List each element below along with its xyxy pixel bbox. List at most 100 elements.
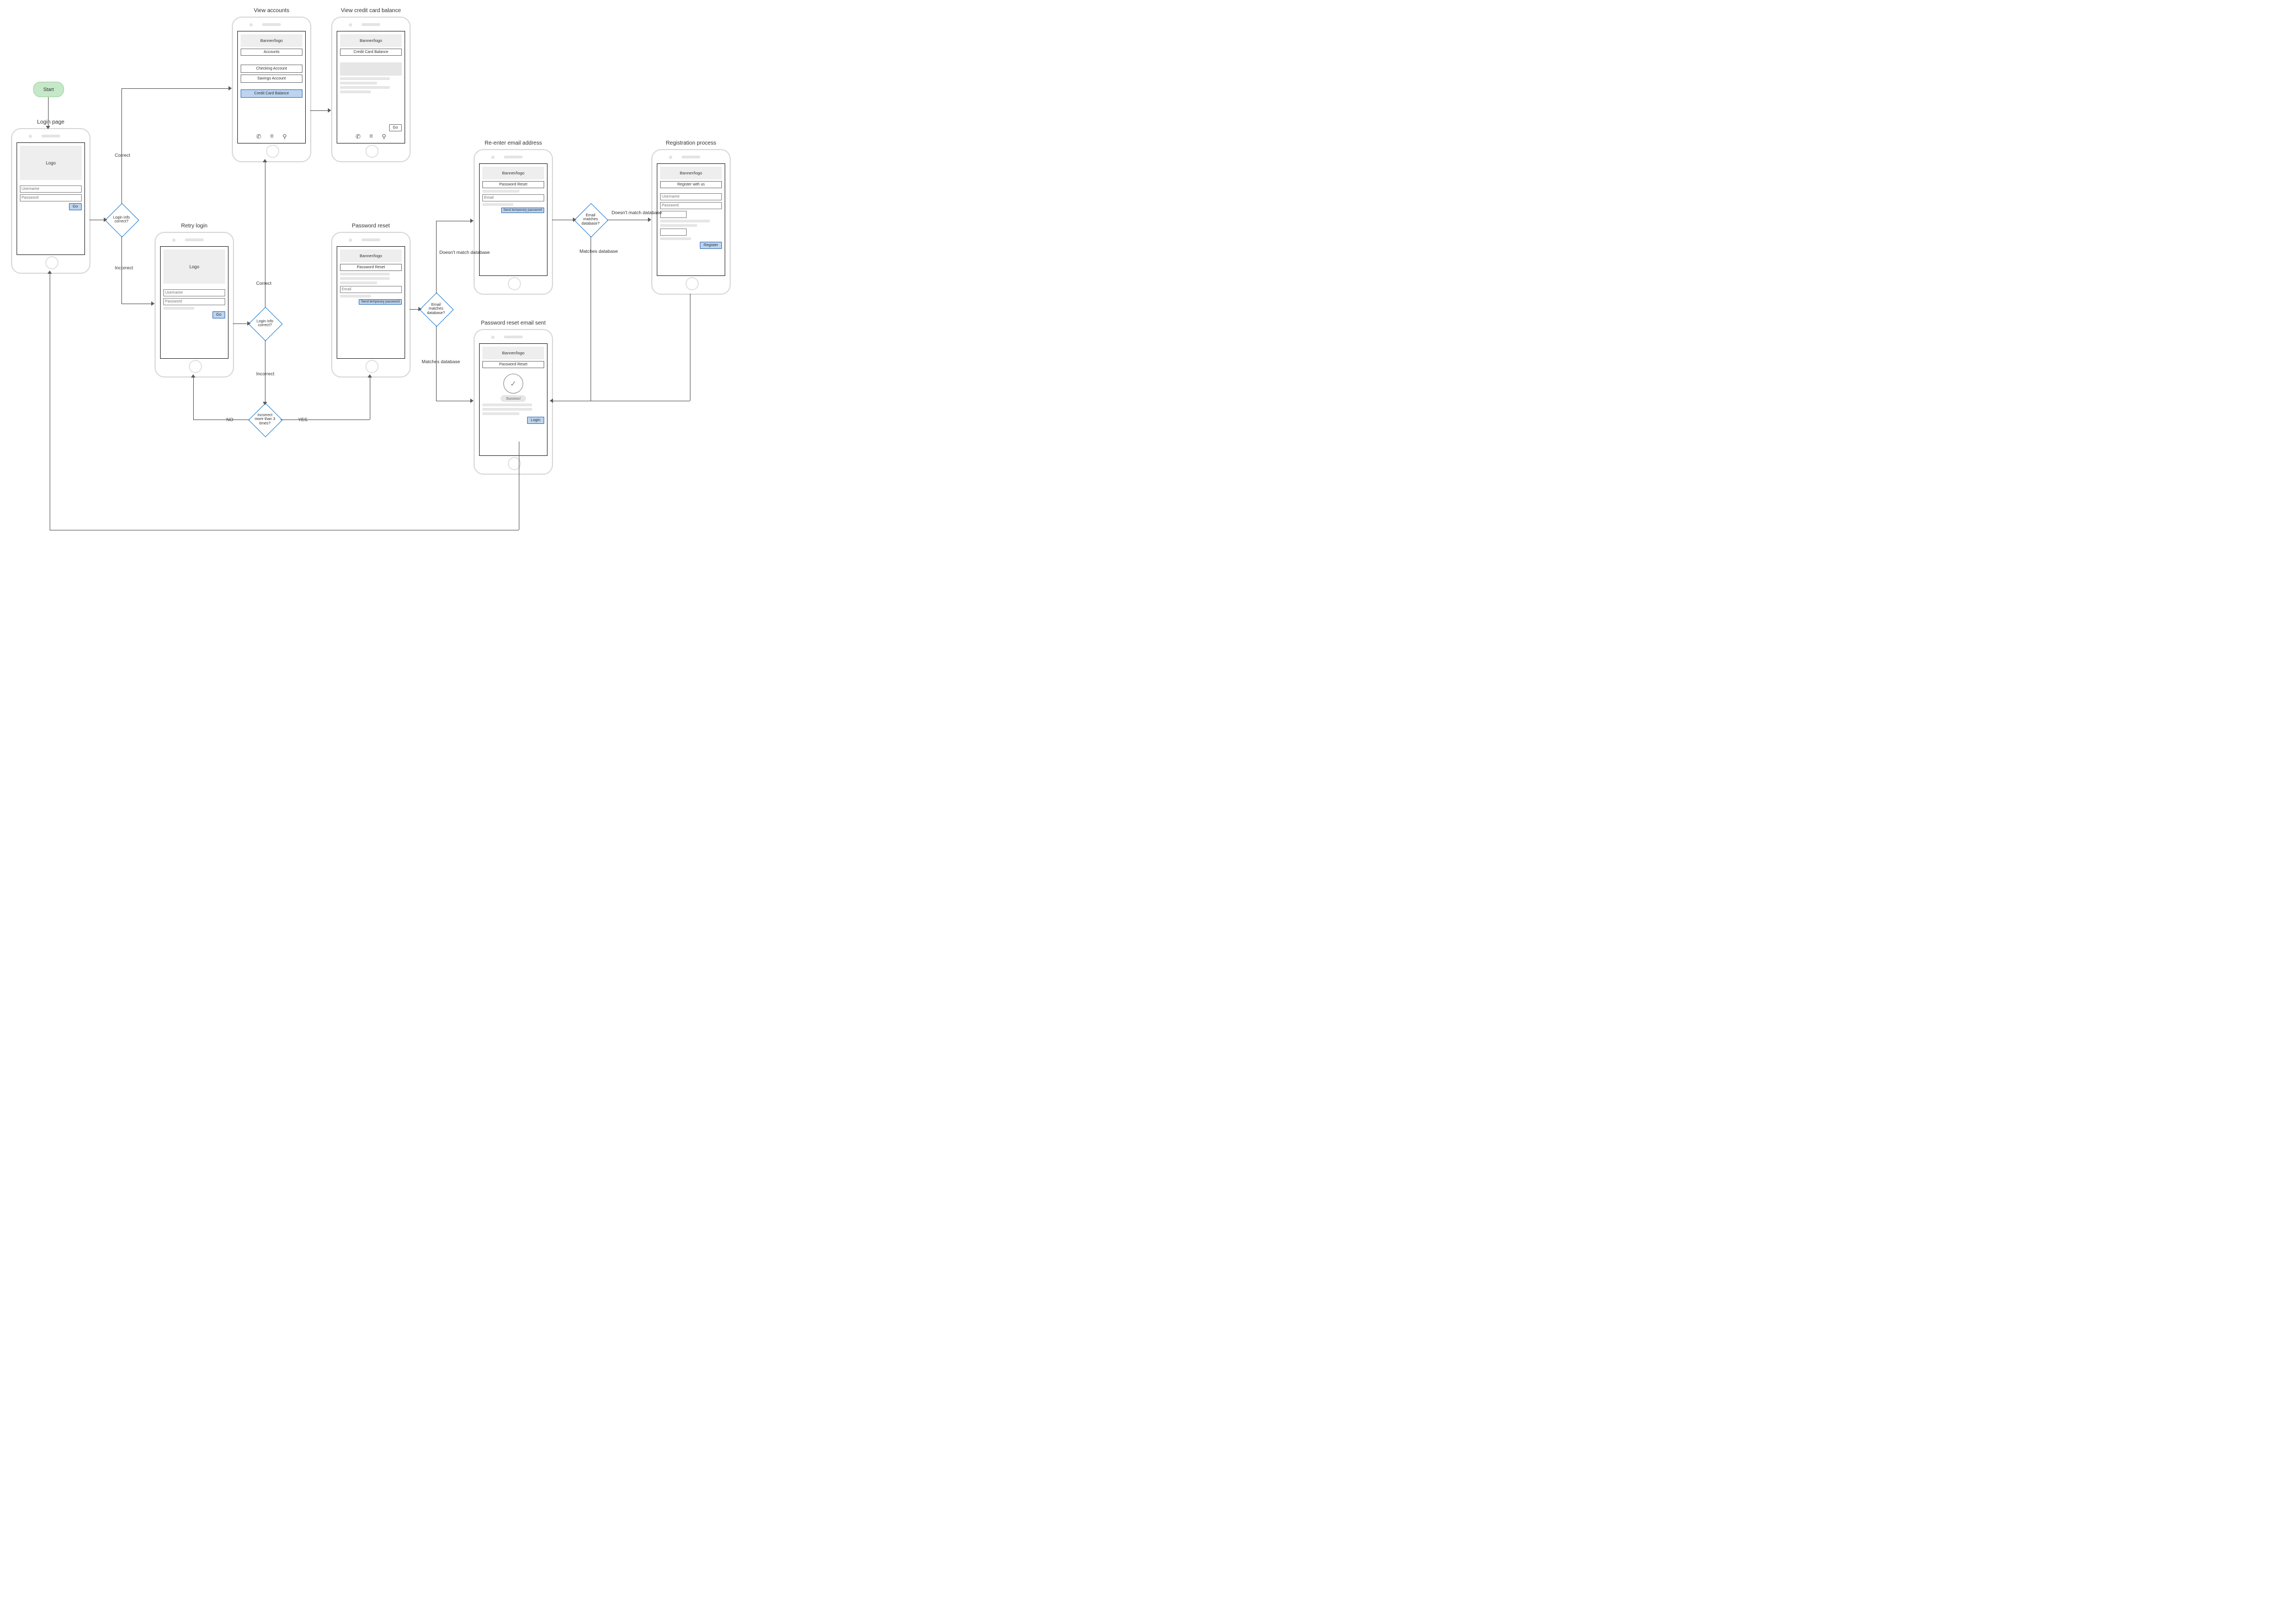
checking-account-button[interactable]: Checking Account (241, 65, 302, 73)
banner: Banner/logo (482, 167, 544, 179)
phone-view-accounts: View accounts Banner/logo Accounts Check… (232, 17, 311, 162)
short-field[interactable] (660, 211, 687, 218)
login-button[interactable]: Login (527, 417, 544, 424)
edge-label: Correct (256, 280, 272, 286)
arrow-icon (328, 108, 331, 113)
send-password-button[interactable]: Send temporary password (501, 208, 544, 213)
camera-icon (29, 135, 32, 138)
arrow-icon (191, 374, 195, 378)
phone-reenter-email: Re-enter email address Banner/logo Passw… (474, 149, 553, 295)
username-field[interactable]: Username (660, 193, 722, 200)
connector (48, 97, 49, 128)
phone-title: Password reset email sent (475, 320, 552, 326)
go-button[interactable]: Go (212, 311, 225, 318)
connector (280, 419, 370, 420)
section-header: Register with us (660, 181, 722, 188)
placeholder-line (340, 77, 390, 80)
home-button-icon (365, 360, 379, 373)
decision-incorrect-more-than-3: Incorrect more than 3 times? (248, 403, 281, 436)
phone-credit-card: View credit card balance Banner/logo Cre… (331, 17, 411, 162)
placeholder-line (482, 408, 532, 411)
password-field[interactable]: Password (660, 202, 722, 209)
placeholder-line (340, 91, 371, 93)
home-button-icon (45, 256, 59, 269)
phone-password-reset: Password reset Banner/logo Password Rese… (331, 232, 411, 378)
password-field[interactable]: Password (20, 194, 82, 201)
check-icon: ✓ (503, 374, 523, 394)
speaker-icon (362, 23, 380, 26)
banner: Banner/logo (241, 34, 302, 47)
section-header: Password Reset (340, 264, 402, 271)
pin-icon[interactable]: ⚲ (283, 133, 287, 140)
connector (436, 326, 437, 401)
arrow-icon (263, 402, 267, 405)
bottom-nav: ✆ ≡ ⚲ (241, 133, 302, 140)
screen: Banner/logo Password Reset ✓ Success! Lo… (479, 343, 548, 456)
arrow-icon (573, 217, 576, 222)
edge-label: Matches database (422, 359, 460, 364)
phone-icon[interactable]: ✆ (256, 133, 261, 140)
arrow-icon (470, 219, 474, 223)
phone-title: Password reset (332, 223, 410, 229)
arrow-icon (151, 301, 155, 306)
success-badge: Success! (501, 395, 526, 402)
arrow-icon (418, 307, 422, 311)
edge-label: Correct (115, 152, 130, 158)
placeholder-line (340, 295, 371, 298)
speaker-icon (682, 156, 700, 158)
placeholder-line (482, 412, 519, 415)
placeholder-line (660, 237, 691, 240)
phone-title: Re-enter email address (475, 140, 552, 146)
edge-label: Matches database (580, 248, 618, 254)
edge-label: Doesn't match database (612, 210, 662, 215)
decision-login-correct-2: Login info correct? (248, 307, 281, 340)
pin-icon[interactable]: ⚲ (382, 133, 386, 140)
banner: Banner/logo (340, 249, 402, 262)
speaker-icon (362, 238, 380, 241)
placeholder-line (660, 224, 697, 227)
phone-title: View credit card balance (332, 8, 410, 14)
menu-icon[interactable]: ≡ (270, 133, 273, 140)
placeholder-line (482, 203, 513, 206)
phone-login: Login page Logo Username Password Go (11, 128, 91, 274)
camera-icon (669, 156, 672, 159)
phone-icon[interactable]: ✆ (355, 133, 360, 140)
arrow-icon (228, 86, 232, 91)
home-button-icon (365, 145, 379, 158)
decision-login-correct-1: Login info correct? (105, 203, 138, 236)
start-label: Start (43, 87, 54, 92)
screen: Banner/logo Credit Card Balance Go ✆ ≡ ⚲ (337, 31, 405, 144)
home-button-icon (189, 360, 202, 373)
savings-account-button[interactable]: Savings Account (241, 75, 302, 83)
start-node: Start (33, 82, 64, 97)
username-field[interactable]: Username (163, 289, 225, 296)
banner: Banner/logo (660, 167, 722, 179)
arrow-icon (104, 217, 107, 222)
placeholder-line (340, 277, 390, 280)
phone-title: Login page (12, 119, 89, 125)
placeholder-line (340, 282, 377, 284)
menu-icon[interactable]: ≡ (369, 133, 373, 140)
connector (193, 419, 249, 420)
phone-email-sent: Password reset email sent Banner/logo Pa… (474, 329, 553, 475)
edge-label: Incorrect (115, 265, 133, 270)
section-header: Password Reset (482, 361, 544, 368)
username-field[interactable]: Username (20, 185, 82, 193)
email-field[interactable]: Email (482, 194, 544, 201)
banner: Banner/logo (482, 347, 544, 359)
short-field[interactable] (660, 229, 687, 236)
placeholder-line (340, 273, 390, 275)
home-button-icon (685, 277, 699, 290)
go-button[interactable]: Go (389, 124, 402, 131)
connector (121, 88, 122, 204)
register-button[interactable]: Register (700, 242, 722, 249)
password-field[interactable]: Password (163, 298, 225, 305)
go-button[interactable]: Go (69, 203, 82, 210)
send-password-button[interactable]: Send temporary password (359, 299, 402, 305)
screen: Banner/logo Register with us Username Pa… (657, 163, 725, 276)
arrow-icon (368, 374, 372, 378)
email-field[interactable]: Email (340, 286, 402, 293)
speaker-icon (504, 156, 523, 158)
credit-card-button[interactable]: Credit Card Balance (241, 89, 302, 98)
decision-email-matches-1: Email matches database? (419, 293, 453, 326)
